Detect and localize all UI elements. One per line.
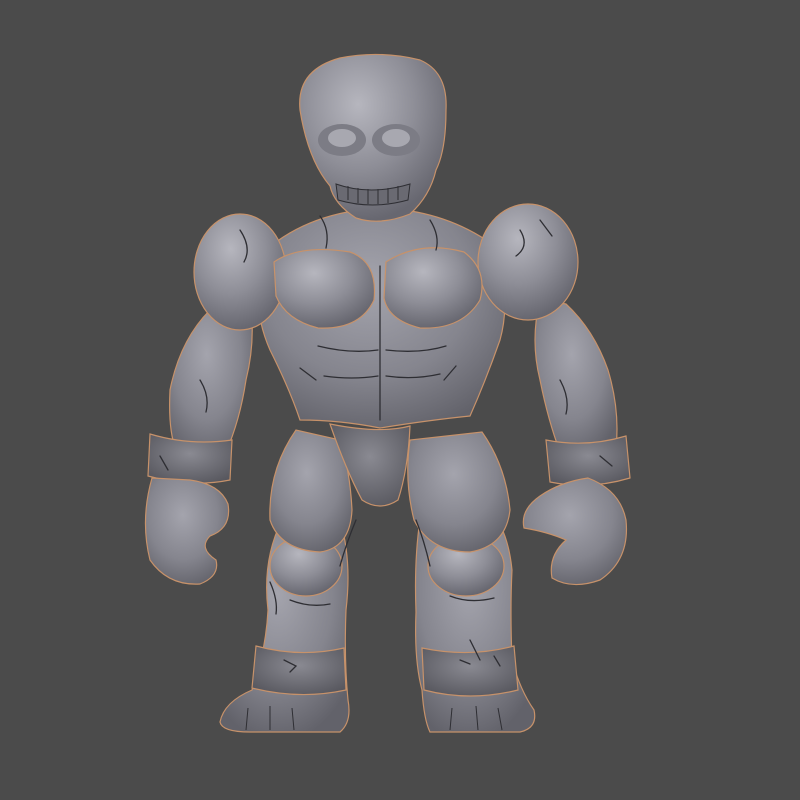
left-hand: [144, 477, 230, 585]
golem-model: [144, 53, 631, 733]
left-wrist-band: [147, 433, 233, 484]
3d-viewport: [0, 0, 800, 800]
golem-body: [144, 53, 631, 733]
left-ankle-band: [251, 645, 347, 696]
right-eye: [382, 129, 410, 147]
right-shoulder: [477, 203, 579, 321]
right-thigh: [407, 431, 511, 553]
right-ankle-band: [421, 645, 519, 697]
right-hand: [522, 477, 628, 586]
left-shoulder: [193, 213, 287, 331]
right-upper-arm: [534, 299, 618, 456]
left-eye: [328, 129, 356, 147]
